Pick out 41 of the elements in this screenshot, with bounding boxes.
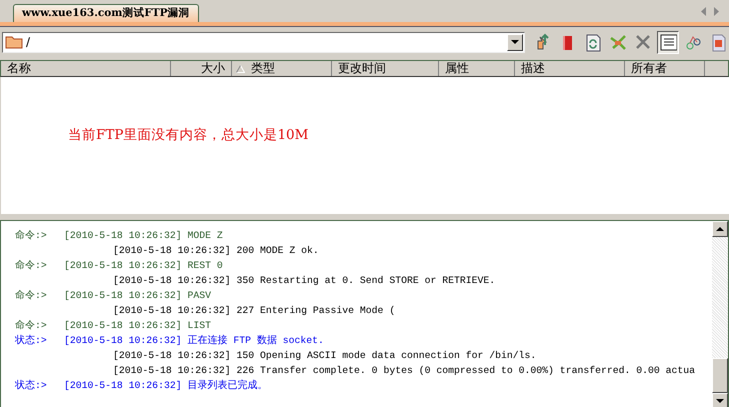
- column-header[interactable]: 大小: [171, 61, 232, 76]
- log-prefix: 状态:>: [15, 378, 48, 393]
- log-entry: [2010-5-18 10:26:32] 正在连接 FTP 数据 socket.: [64, 334, 324, 348]
- caret-icon: [511, 40, 519, 44]
- folder-icon: [5, 35, 23, 49]
- log-prefix: 命令:>: [15, 259, 48, 273]
- tab[interactable]: www.xue163.com测试FTP漏洞: [13, 4, 199, 22]
- log-entry: [2010-5-18 10:26:32] REST 0: [64, 259, 223, 273]
- log-entry: [2010-5-18 10:26:32] 226 Transfer complete. 0 bytes (0 compressed to 0.00%) transferred. 0.00 actua: [113, 364, 696, 378]
- up-arrow-icon: [716, 227, 724, 231]
- log-prefix: 状态:>: [15, 334, 48, 348]
- column-header[interactable]: 类型: [232, 61, 332, 76]
- toolbar-button[interactable]: [657, 30, 679, 54]
- log-prefix: 命令:>: [15, 289, 48, 303]
- log-entry: [2010-5-18 10:26:32] 200 MODE Z ok.: [113, 244, 319, 258]
- delete-icon: [634, 32, 652, 52]
- log-prefix: 命令:>: [15, 229, 48, 243]
- log-entry: [2010-5-18 10:26:32] 227 Entering Passive Mode (: [113, 304, 396, 318]
- log-entry: [2010-5-18 10:26:32] 350 Restarting at 0. Send STORE or RETRIEVE.: [113, 274, 496, 288]
- column-header[interactable]: 描述: [515, 61, 625, 76]
- log-entry: [2010-5-18 10:26:32] 150 Opening ASCII mode data connection for /bin/ls.: [113, 349, 536, 363]
- column-header[interactable]: 名称: [1, 61, 171, 76]
- column-header[interactable]: 所有者: [625, 61, 705, 76]
- scrollbar[interactable]: [712, 221, 728, 407]
- scroll-thumb[interactable]: [712, 358, 728, 393]
- log-entry: [2010-5-18 10:26:32] PASV: [64, 289, 211, 303]
- log-entry: [2010-5-18 10:26:32] 目录列表已完成。: [64, 378, 268, 393]
- log-entry: [2010-5-18 10:26:32] LIST: [64, 319, 211, 333]
- dropdown-button[interactable]: [507, 34, 523, 50]
- column-header[interactable]: 属性: [439, 61, 515, 76]
- down-arrow-icon: [716, 399, 724, 403]
- log-entry: [2010-5-18 10:26:32] MODE Z: [64, 229, 223, 243]
- log-prefix: 命令:>: [15, 319, 48, 333]
- address-combo[interactable]: /: [2, 32, 525, 52]
- column-label: 类型: [251, 61, 275, 75]
- scroll-down-button[interactable]: [712, 393, 728, 407]
- annotation-text: 当前FTP里面没有内容，总大小是10M: [68, 126, 308, 144]
- refresh-icon: [584, 32, 602, 52]
- list-view-icon: [659, 32, 677, 52]
- column-header[interactable]: 更改时间: [332, 61, 439, 76]
- scroll-up-button[interactable]: [712, 221, 728, 237]
